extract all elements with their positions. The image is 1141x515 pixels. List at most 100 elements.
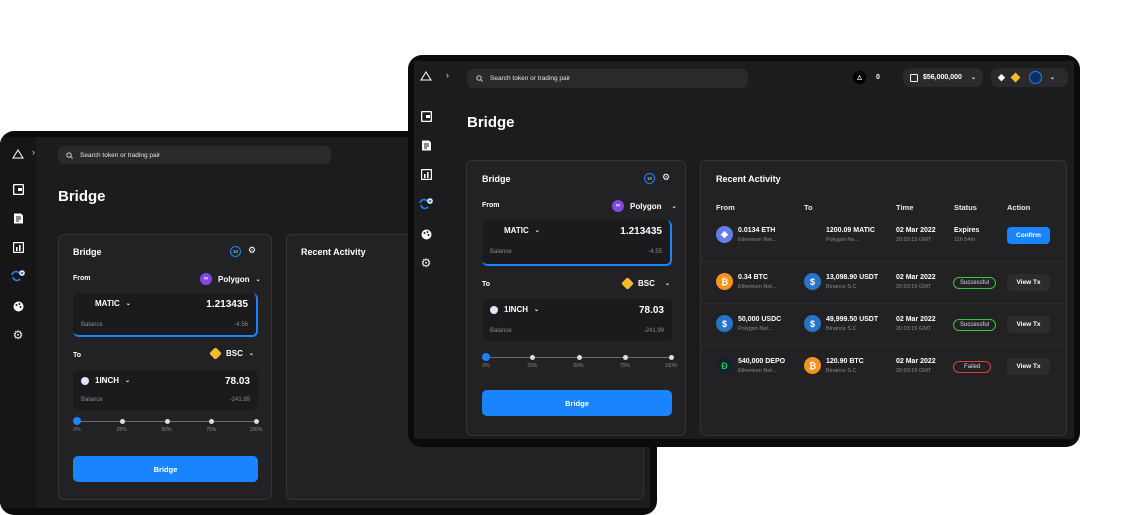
wallet-icon[interactable] [9,181,27,197]
front-device-frame: ⚙ › Search token or trading pair △ 0 $56… [408,55,1080,447]
to-label: To [482,281,491,288]
view-tx-button[interactable]: View Tx [1007,358,1050,375]
to-amount-value[interactable]: 78.03 [639,305,664,316]
col-header-status: Status [954,203,977,212]
chevron-down-icon: ⌄ [125,301,131,307]
logo-badge-icon: △ [853,71,866,84]
bridge-button[interactable]: Bridge [73,456,258,482]
wallet-balance-button[interactable]: $56,000,000 ⌄ [903,68,983,87]
slider-stop[interactable] [622,355,628,360]
slider-stop[interactable] [576,355,582,360]
to-amount: 49,999.50 USDT [826,316,879,323]
table-row: Ð 540,000 DEPO Ethereum Net... ₿ 120.90 BTC B… [701,345,1066,387]
polygon-icon: ∞ [612,200,624,212]
chart-icon[interactable] [9,239,27,255]
to-balance-label: Balance [81,397,103,403]
from-token-select[interactable]: MATIC ⌄ [95,299,131,308]
slider-stop[interactable] [119,419,125,424]
bridge-button[interactable]: Bridge [482,390,672,416]
row-divider [701,261,1066,262]
slider-tick-label: 50% [161,427,172,433]
polygon-icon: ∞ [200,273,212,285]
to-network: Polygon Ne... [826,237,860,243]
slider-stop[interactable] [669,355,674,360]
palette-icon[interactable] [417,226,435,242]
slider-tick-label: 25% [527,363,538,369]
to-token-select[interactable]: 1INCH ⌄ [490,305,539,314]
from-network: Polygon Net... [738,326,773,332]
from-chain-name: Polygon [630,201,662,211]
btc-icon: ₿ [716,273,733,290]
from-balance-label: Balance [81,322,103,328]
from-amount-value[interactable]: 1.213435 [206,299,248,310]
col-header-time: Time [896,203,914,212]
from-amount: 540,000 DEPO [738,358,786,365]
to-chain-select[interactable]: BSC ⌄ [209,347,254,360]
percent-slider[interactable]: 0% 25% 50% 75% 100% [73,417,262,441]
from-token-select[interactable]: MATIC ⌄ [504,226,540,235]
col-header-action: Action [1007,203,1031,212]
from-token-name: MATIC [504,226,529,235]
to-amount-field[interactable]: 1INCH ⌄ 78.03 Balance -241.99 [482,299,672,341]
wallet-icon[interactable] [417,108,435,124]
1inch-icon [490,305,498,314]
percent-slider[interactable]: 0% 25% 50% 75% 100% [482,353,677,377]
from-network: Ethereum Net... [738,368,777,374]
chevron-down-icon: ⌄ [1049,75,1055,81]
to-amount-value[interactable]: 78.03 [225,376,250,387]
bridge-icon[interactable] [417,196,435,212]
notifications-button[interactable]: △ 0 [853,69,880,86]
bridge-icon[interactable] [9,268,27,284]
status-badge: Successful [953,319,997,331]
logo-icon[interactable] [417,69,435,83]
gear-icon[interactable]: ⚙ [417,255,435,271]
network-selector[interactable]: ◆ ⌄ [991,68,1068,87]
slider-stop[interactable] [254,419,259,424]
status-badge: Successful [953,277,997,289]
confirm-button[interactable]: Confirm [1007,227,1050,244]
from-chain-select[interactable]: ∞ Polygon ⌄ [200,273,261,285]
document-icon[interactable] [417,137,435,153]
search-bar[interactable]: Search token or trading pair [467,69,748,88]
status-expires: Expires [954,227,980,234]
slider-handle[interactable] [73,417,81,425]
settings-gear-icon[interactable]: ⚙ [662,173,670,182]
row-divider [701,303,1066,304]
collapse-chevron-icon[interactable]: › [446,70,449,80]
from-chain-select[interactable]: ∞ Polygon ⌄ [612,200,677,212]
chevron-down-icon: ⌄ [248,351,254,357]
slider-tick-label: 75% [206,427,217,433]
eth-icon: ◆ [716,226,733,243]
to-chain-select[interactable]: BSC ⌄ [621,277,670,290]
search-bar[interactable]: Search token or trading pair [58,146,331,164]
from-amount: 50,000 USDC [738,316,782,323]
bsc-icon [1010,72,1021,83]
settings-gear-icon[interactable]: ⚙ [248,246,256,255]
from-amount-field[interactable]: MATIC ⌄ 1.213435 Balance -4.55 [482,220,672,266]
slider-handle[interactable] [482,353,490,361]
collapse-chevron-icon[interactable]: › [32,147,35,157]
palette-icon[interactable] [9,298,27,314]
view-tx-button[interactable]: View Tx [1007,274,1050,291]
to-token-name: 1INCH [504,305,529,314]
from-amount-field[interactable]: MATIC ⌄ 1.213435 Balance -4.56 [73,293,258,337]
slider-stop[interactable] [530,355,536,360]
to-balance-value: -241.99 [229,397,250,403]
logo-icon[interactable] [9,147,27,161]
table-row: ◆ 0.0134 ETH Ethereum Net... 1200.09 MATIC P… [701,219,1066,261]
view-tx-button[interactable]: View Tx [1007,316,1050,333]
tx-date: 02 Mar 2022 [896,274,936,281]
document-icon[interactable] [9,210,27,226]
to-network: Binance S.C [826,284,857,290]
gear-icon[interactable]: ⚙ [9,327,27,343]
slider-stop[interactable] [209,419,215,424]
slider-tick-label: 25% [116,427,127,433]
to-token-select[interactable]: 1INCH ⌄ [81,376,130,385]
search-placeholder: Search token or trading pair [490,75,571,82]
slider-stop[interactable] [164,419,170,424]
to-amount-field[interactable]: 1INCH ⌄ 78.03 Balance -241.99 [73,370,258,410]
from-amount-value[interactable]: 1.213435 [620,226,662,237]
chart-icon[interactable] [417,166,435,182]
count-badge: 10 [644,173,655,184]
search-placeholder: Search token or trading pair [80,151,161,159]
